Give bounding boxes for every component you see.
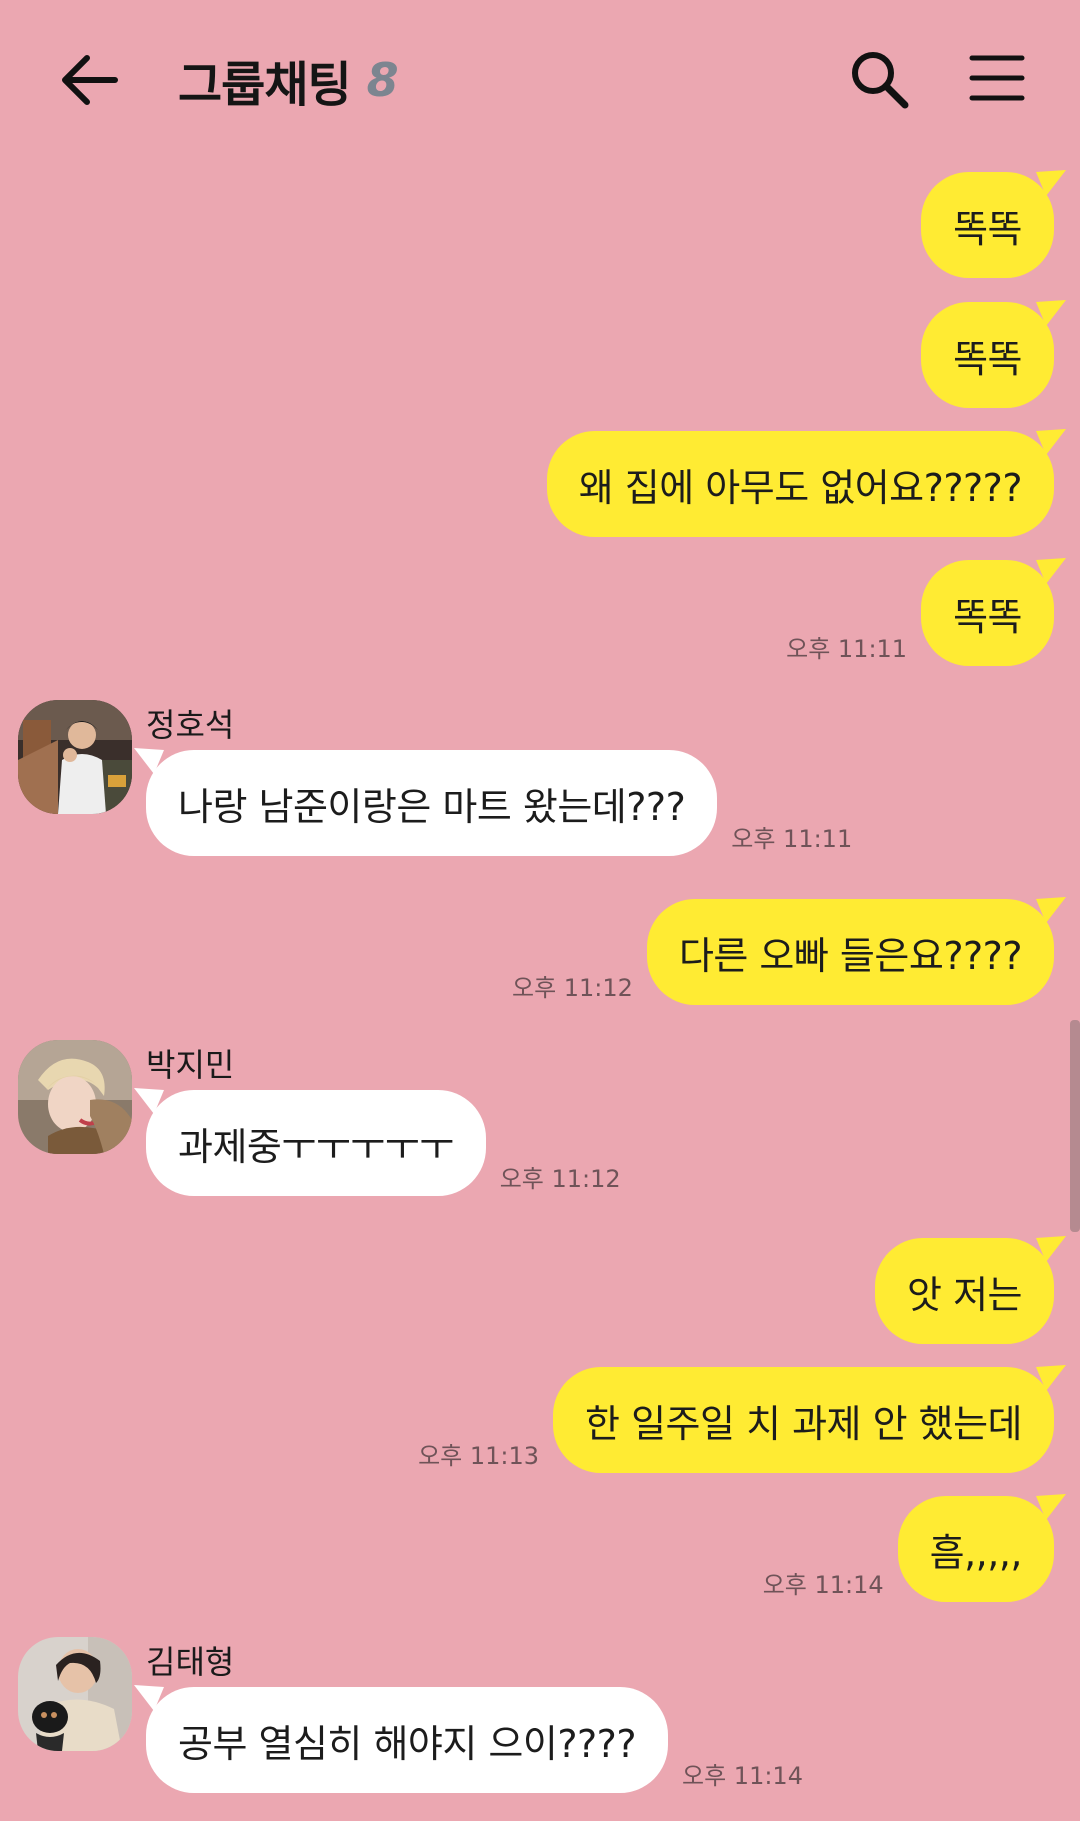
bubble-tail — [134, 1685, 164, 1711]
message-text: 왜 집에 아무도 없어요????? — [578, 465, 1023, 510]
sender-name: 정호석 — [146, 706, 235, 744]
scrollbar[interactable] — [1070, 1020, 1080, 1232]
chat-header: 그룹채팅 8 — [0, 0, 1080, 150]
bubble-tail — [134, 748, 164, 774]
back-button[interactable] — [55, 45, 125, 115]
message-text: 과제중ㅜㅜㅜㅜㅜ — [178, 1124, 454, 1169]
message-row-outgoing: 오후 11:13 한 일주일 치 과제 안 했는데 — [418, 1365, 1066, 1473]
my-message-bubble[interactable]: 똑똑 — [921, 170, 1066, 278]
other-message-bubble[interactable]: 과제중ㅜㅜㅜㅜㅜ — [134, 1088, 486, 1196]
message-row-outgoing: 오후 11:12 다른 오빠 들은요???? — [511, 897, 1066, 1005]
message-text: 흠,,,,, — [929, 1530, 1023, 1575]
my-message-bubble[interactable]: 한 일주일 치 과제 안 했는데 — [553, 1365, 1066, 1473]
member-count: 8 — [366, 53, 399, 107]
avatar[interactable] — [18, 700, 132, 814]
profile-photo — [18, 700, 132, 814]
message-row-outgoing: 똑똑 — [921, 170, 1066, 278]
avatar[interactable] — [18, 1637, 132, 1751]
message-row-incoming: 과제중ㅜㅜㅜㅜㅜ 오후 11:12 — [134, 1088, 621, 1196]
search-button[interactable] — [845, 45, 915, 115]
message-time: 오후 11:11 — [786, 635, 908, 663]
back-arrow-icon — [62, 55, 118, 105]
message-text: 나랑 남준이랑은 마트 왔는데??? — [178, 784, 686, 829]
message-time: 오후 11:12 — [511, 974, 633, 1002]
menu-button[interactable] — [968, 48, 1026, 108]
bubble-tail — [1036, 429, 1066, 455]
chat-title: 그룹채팅 — [178, 57, 352, 113]
sender-name: 박지민 — [146, 1046, 235, 1084]
avatar[interactable] — [18, 1040, 132, 1154]
message-row-outgoing: 오후 11:11 똑똑 — [786, 558, 1066, 666]
chat-title-area: 그룹채팅 8 — [178, 40, 399, 120]
bubble-tail — [1036, 300, 1066, 326]
message-time: 오후 11:11 — [731, 825, 853, 853]
message-row-outgoing: 앗 저는 — [875, 1236, 1066, 1344]
bubble-tail — [1036, 897, 1066, 923]
message-text: 똑똑 — [953, 594, 1022, 639]
profile-photo — [18, 1040, 132, 1154]
message-row-outgoing: 왜 집에 아무도 없어요????? — [546, 429, 1066, 537]
my-message-bubble[interactable]: 다른 오빠 들은요???? — [646, 897, 1066, 1005]
my-message-bubble[interactable]: 흠,,,,, — [897, 1494, 1066, 1602]
message-text: 똑똑 — [953, 336, 1022, 381]
my-message-bubble[interactable]: 똑똑 — [921, 558, 1066, 666]
message-text: 똑똑 — [953, 206, 1022, 251]
message-row-outgoing: 오후 11:14 흠,,,,, — [762, 1494, 1066, 1602]
message-row-incoming: 공부 열심히 해야지 으이???? 오후 11:14 — [134, 1685, 803, 1793]
bubble-tail — [1036, 1236, 1066, 1262]
message-row-outgoing: 똑똑 — [921, 300, 1066, 408]
message-text: 공부 열심히 해야지 으이???? — [178, 1721, 637, 1766]
message-text: 다른 오빠 들은요???? — [678, 933, 1023, 978]
bubble-tail — [134, 1088, 164, 1114]
message-time: 오후 11:12 — [499, 1165, 621, 1193]
my-message-bubble[interactable]: 똑똑 — [921, 300, 1066, 408]
other-message-bubble[interactable]: 공부 열심히 해야지 으이???? — [134, 1685, 669, 1793]
bubble-tail — [1036, 1494, 1066, 1520]
other-message-bubble[interactable]: 나랑 남준이랑은 마트 왔는데??? — [134, 748, 718, 856]
bubble-tail — [1036, 170, 1066, 196]
my-message-bubble[interactable]: 왜 집에 아무도 없어요????? — [546, 429, 1066, 537]
message-time: 오후 11:13 — [418, 1442, 540, 1470]
bubble-tail — [1036, 558, 1066, 584]
search-icon — [852, 52, 909, 109]
message-time: 오후 11:14 — [682, 1762, 803, 1790]
menu-icon — [969, 55, 1025, 101]
message-text: 한 일주일 치 과제 안 했는데 — [585, 1401, 1022, 1446]
my-message-bubble[interactable]: 앗 저는 — [875, 1236, 1066, 1344]
message-row-incoming: 나랑 남준이랑은 마트 왔는데??? 오후 11:11 — [134, 748, 853, 856]
message-text: 앗 저는 — [907, 1272, 1022, 1317]
sender-name: 김태형 — [146, 1643, 235, 1681]
profile-photo — [18, 1637, 132, 1751]
message-time: 오후 11:14 — [762, 1571, 884, 1599]
bubble-tail — [1036, 1365, 1066, 1391]
